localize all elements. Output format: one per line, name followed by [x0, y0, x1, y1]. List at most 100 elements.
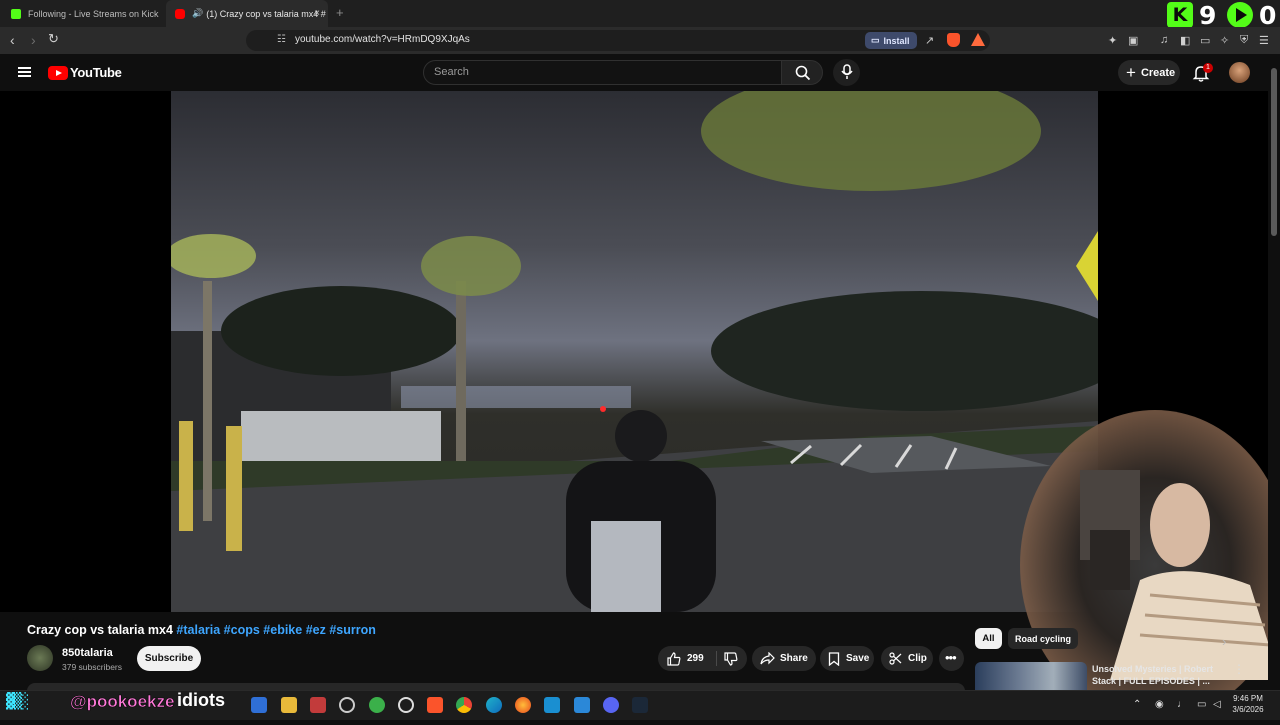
hashtag-link[interactable]: #talaria — [176, 623, 220, 637]
tray-overflow-icon[interactable]: ⌃ — [1133, 699, 1141, 710]
remote-app-icon[interactable] — [251, 697, 267, 713]
reload-icon[interactable]: ↻ — [48, 31, 59, 47]
page-scrollbar[interactable] — [1268, 54, 1280, 690]
like-button[interactable]: 299 — [658, 646, 716, 671]
share-button[interactable]: Share — [752, 646, 816, 671]
video-frame[interactable] — [171, 91, 1098, 612]
video-scene — [171, 91, 1098, 612]
wallet-icon[interactable]: ▭ — [1200, 34, 1210, 47]
brave-shields-icon[interactable] — [947, 33, 960, 47]
voice-search-button[interactable] — [833, 59, 860, 86]
url-text: youtube.com/watch?v=HRmDQ9XJqAs — [295, 34, 470, 45]
clock-date: 3/6/2026 — [1232, 705, 1264, 714]
notification-badge: 1 — [1203, 63, 1213, 73]
browser-menu-icon[interactable]: ☰ — [1259, 34, 1269, 47]
thumbs-down-icon — [724, 652, 738, 666]
tab-kick[interactable]: Following - Live Streams on Kick — [0, 0, 165, 27]
volume-icon[interactable]: ◁ — [1213, 699, 1221, 710]
sidebar-icon[interactable]: ◧ — [1180, 34, 1190, 47]
network-icon[interactable]: ▭ — [1197, 699, 1206, 710]
screenshot-icon[interactable]: ▣ — [1128, 34, 1138, 47]
steam-icon[interactable] — [632, 697, 648, 713]
arduino-icon[interactable] — [544, 697, 560, 713]
green-app-icon[interactable] — [369, 697, 385, 713]
search-button[interactable] — [781, 60, 823, 85]
like-dislike-group: 299 — [658, 646, 747, 671]
microphone-icon — [841, 64, 853, 79]
scissors-icon — [889, 652, 902, 665]
subscriber-count: 379 subscribers — [62, 662, 123, 672]
chips-next-icon[interactable]: › — [1222, 634, 1226, 649]
tab-title: Following - Live Streams on Kick — [28, 8, 159, 19]
recommended-video-thumbnail[interactable] — [975, 662, 1087, 690]
youtube-logo-icon[interactable] — [48, 66, 68, 80]
vpn-icon[interactable]: ⛨ — [1240, 34, 1248, 47]
youtube-logo-text[interactable]: YouTube — [70, 65, 122, 80]
search-box — [423, 60, 782, 85]
create-button[interactable]: + Create — [1118, 60, 1180, 85]
clip-button[interactable]: Clip — [881, 646, 933, 671]
channel-avatar[interactable] — [27, 645, 53, 671]
hashtag-link[interactable]: #ez — [306, 623, 326, 637]
taskbar-clock[interactable]: 9:46 PM 3/6/2026 — [1226, 693, 1270, 715]
recommendation-menu-icon[interactable]: ⋮ — [1233, 662, 1245, 676]
hashtag-link[interactable]: #ebike — [263, 623, 302, 637]
tray-app-icon[interactable]: ◉ — [1155, 699, 1164, 710]
app-red-icon[interactable] — [310, 697, 326, 713]
media-icon[interactable]: ♫ — [1160, 34, 1168, 46]
rumble-logo-icon — [1227, 2, 1253, 28]
clock-time: 9:46 PM — [1233, 694, 1263, 703]
recommended-video-title[interactable]: Unsolved Mysteries | Robert Stack | FULL… — [1092, 663, 1232, 687]
channel-name[interactable]: 850talaria — [62, 647, 113, 659]
tab-title: (1) Crazy cop vs talaria mx4 # — [206, 8, 326, 19]
more-actions-button[interactable]: ••• — [939, 646, 964, 671]
save-button[interactable]: Save — [820, 646, 874, 671]
close-tab-icon[interactable]: × — [314, 8, 320, 19]
scrollbar-thumb[interactable] — [1271, 68, 1277, 236]
thumbs-up-icon — [667, 651, 681, 666]
youtube-header: YouTube + Create — [0, 54, 1280, 91]
new-tab-button[interactable]: + — [336, 5, 344, 20]
bookmark-save-icon — [828, 651, 840, 666]
site-info-icon[interactable]: ☷ — [277, 34, 286, 45]
tab-youtube[interactable]: 🔊 (1) Crazy cop vs talaria mx4 # × — [166, 0, 328, 27]
browser-toolbar: ‹ › ↻ ☐ ☷ youtube.com/watch?v=HRmDQ9XJqA… — [0, 27, 1280, 54]
chrome-icon[interactable] — [456, 697, 472, 713]
share-icon — [760, 652, 775, 665]
create-label: Create — [1140, 66, 1176, 79]
file-explorer-icon[interactable] — [281, 697, 297, 713]
share-page-icon[interactable]: ↗ — [925, 34, 934, 47]
chip-road-cycling[interactable]: Road cycling — [1008, 628, 1078, 649]
hashtag-link[interactable]: #cops — [224, 623, 260, 637]
kick-counter: K 9 — [1167, 1, 1216, 30]
obs-icon[interactable] — [339, 697, 355, 713]
install-button[interactable]: ▭ Install — [865, 32, 917, 49]
stream-overlay-text: idiots — [177, 690, 225, 710]
brave-browser-icon[interactable] — [427, 697, 443, 713]
address-bar[interactable]: ☷ youtube.com/watch?v=HRmDQ9XJqAs ▭ Inst… — [246, 30, 990, 51]
forward-icon[interactable]: › — [31, 32, 36, 48]
search-icon — [795, 65, 811, 81]
hashtag-link[interactable]: #surron — [329, 623, 376, 637]
vscode-icon[interactable] — [574, 697, 590, 713]
chip-all[interactable]: All — [975, 628, 1002, 649]
leo-ai-icon[interactable]: ✧ — [1220, 34, 1229, 47]
user-avatar[interactable] — [1229, 62, 1250, 83]
microphone-tray-icon[interactable]: ♩ — [1177, 699, 1187, 710]
subscribe-button[interactable]: Subscribe — [137, 646, 201, 671]
video-title-text: Crazy cop vs talaria mx4 — [27, 623, 173, 637]
extensions-icon[interactable]: ✦ — [1108, 34, 1117, 47]
back-icon[interactable]: ‹ — [10, 32, 15, 48]
hamburger-menu-icon[interactable] — [18, 67, 31, 77]
browser-tab-strip: Following - Live Streams on Kick 🔊 (1) C… — [0, 0, 1280, 30]
edge-icon[interactable] — [486, 697, 502, 713]
discord-icon[interactable] — [603, 697, 619, 713]
search-input[interactable] — [434, 66, 764, 78]
dislike-button[interactable] — [720, 646, 747, 671]
stream-overlay-logo: ▓▒░ — [6, 692, 29, 710]
share-label: Share — [780, 653, 808, 664]
steam-like-icon[interactable] — [398, 697, 414, 713]
rumble-count: 0 — [1259, 0, 1277, 30]
firefox-icon[interactable] — [515, 697, 531, 713]
brave-rewards-icon[interactable] — [971, 33, 985, 46]
